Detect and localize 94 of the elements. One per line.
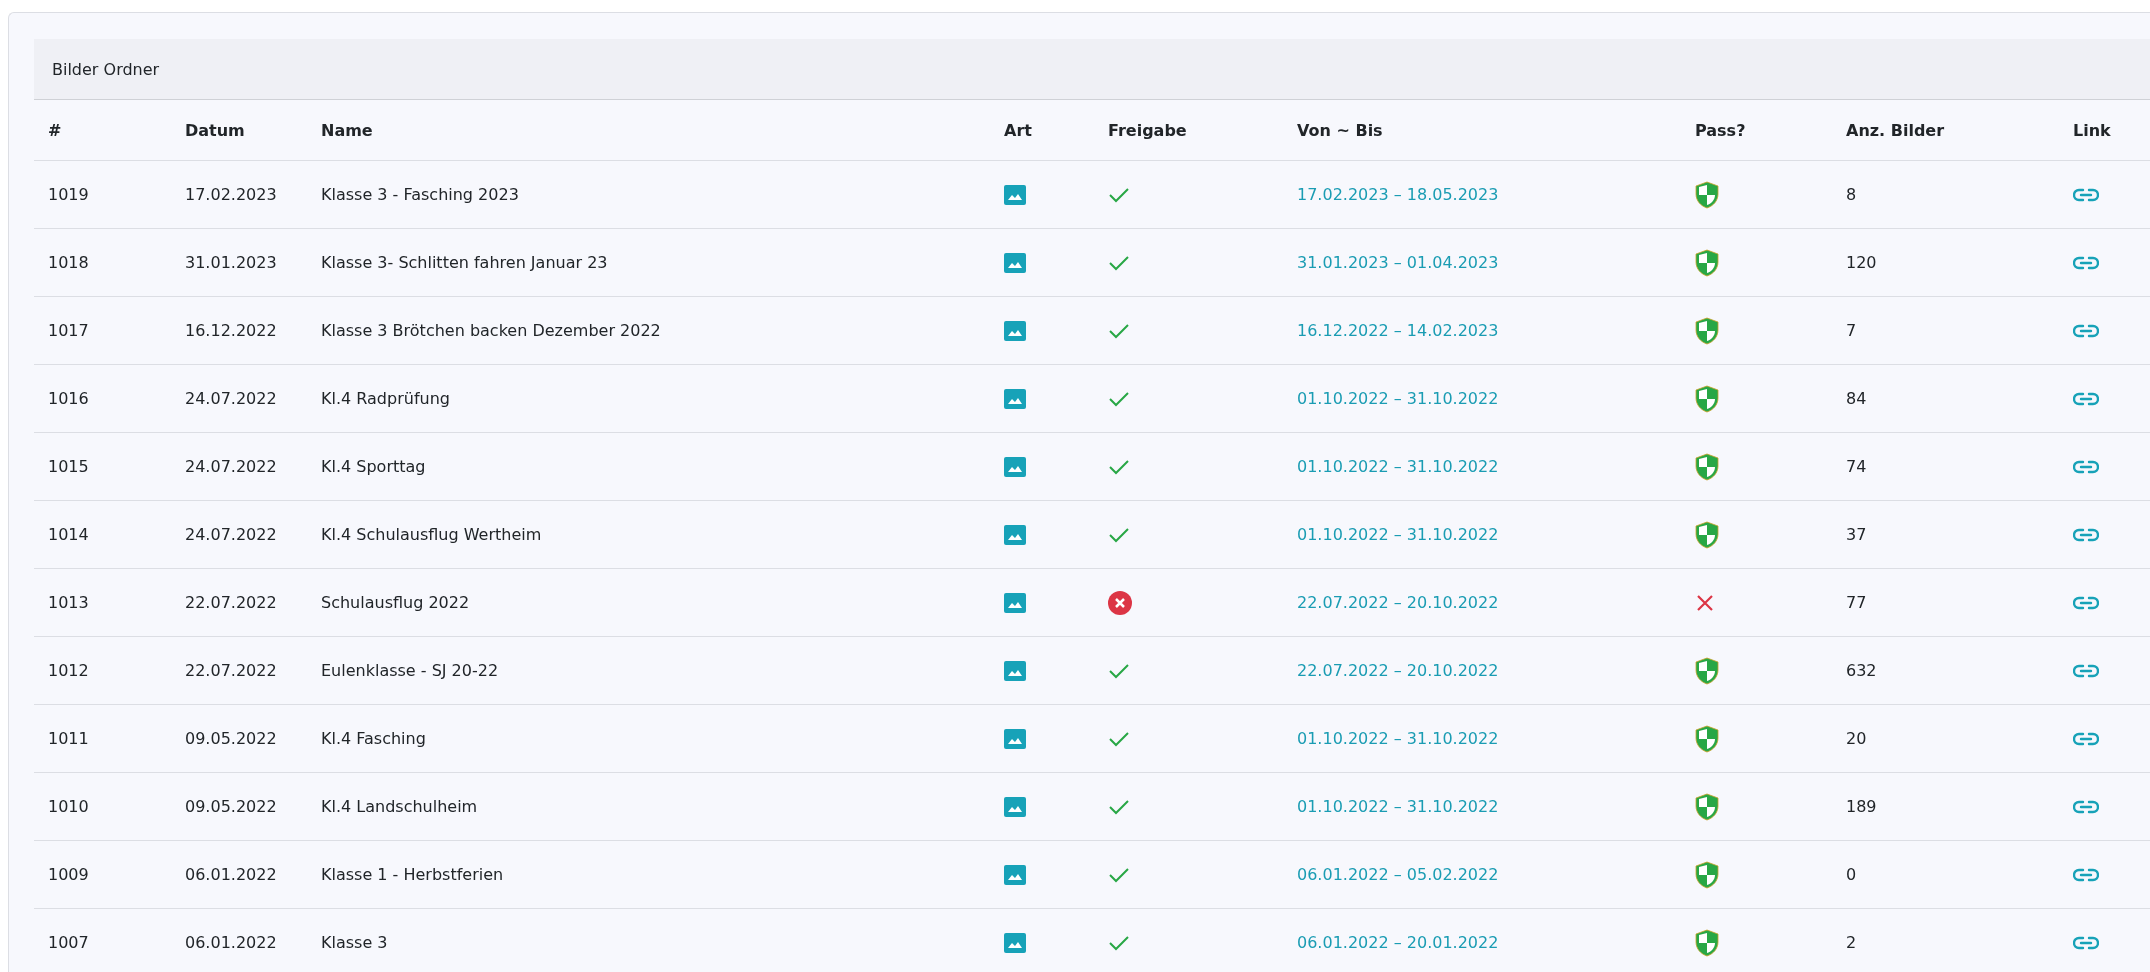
date-range-link[interactable]: 01.10.2022 – 31.10.2022 bbox=[1283, 525, 1681, 544]
table-cell-text: 632 bbox=[1845, 661, 1878, 680]
image-icon bbox=[1004, 388, 1026, 409]
date-range-link[interactable]: 17.02.2023 – 18.05.2023 bbox=[1283, 185, 1681, 204]
link-icon[interactable] bbox=[2073, 935, 2099, 950]
date-range-link[interactable]: 16.12.2022 – 14.02.2023 bbox=[1283, 321, 1681, 340]
table-cell-text: Schulausflug 2022 bbox=[320, 593, 471, 612]
column-header: Anz. Bilder bbox=[1845, 120, 1946, 140]
table-cell-text: 17.02.2023 bbox=[184, 185, 278, 204]
link-icon[interactable] bbox=[2073, 459, 2099, 474]
table-cell-text: 1010 bbox=[47, 797, 90, 816]
table-cell-text: 1012 bbox=[47, 661, 90, 680]
image-icon bbox=[1004, 252, 1026, 273]
date-range-link[interactable]: 01.10.2022 – 31.10.2022 bbox=[1283, 457, 1681, 476]
table-cell-text: 09.05.2022 bbox=[184, 797, 278, 816]
date-range-link[interactable]: 22.07.2022 – 20.10.2022 bbox=[1283, 593, 1681, 612]
table-cell-text: 22.07.2022 bbox=[184, 661, 278, 680]
table-cell-text: 1015 bbox=[47, 457, 90, 476]
date-range-link[interactable]: 06.01.2022 – 20.01.2022 bbox=[1283, 933, 1681, 952]
link-icon[interactable] bbox=[2073, 391, 2099, 406]
column-header: Link bbox=[2072, 120, 2112, 140]
table-cell-text: 1009 bbox=[47, 865, 90, 884]
link-icon[interactable] bbox=[2073, 731, 2099, 746]
table-cell-text: Eulenklasse - SJ 20-22 bbox=[320, 661, 500, 680]
date-range-link[interactable]: 22.07.2022 – 20.10.2022 bbox=[1283, 661, 1681, 680]
date-range-link[interactable]: 01.10.2022 – 31.10.2022 bbox=[1283, 389, 1681, 408]
table-cell-text: Kl.4 Sporttag bbox=[320, 457, 427, 476]
table-cell-text: 24.07.2022 bbox=[184, 389, 278, 408]
column-header: # bbox=[47, 120, 63, 140]
table-cell-text: 1013 bbox=[47, 593, 90, 612]
table-cell-text: Klasse 3 - Fasching 2023 bbox=[320, 185, 520, 204]
link-icon[interactable] bbox=[2073, 187, 2099, 202]
table-cell-text: 31.01.2023 bbox=[184, 253, 278, 272]
table-cell-text: 09.05.2022 bbox=[184, 729, 278, 748]
table-cell-text: Klasse 3- Schlitten fahren Januar 23 bbox=[320, 253, 609, 272]
table-cell-text: 1014 bbox=[47, 525, 90, 544]
panel-title: Bilder Ordner bbox=[52, 59, 160, 79]
table-cell-text: 1018 bbox=[47, 253, 90, 272]
column-header: Name bbox=[320, 120, 374, 140]
table-cell-text: Kl.4 Schulausflug Wertheim bbox=[320, 525, 543, 544]
image-icon bbox=[1004, 184, 1026, 205]
link-icon[interactable] bbox=[2073, 663, 2099, 678]
table-cell-text: Klasse 1 - Herbstferien bbox=[320, 865, 505, 884]
table-cell-text: 16.12.2022 bbox=[184, 321, 278, 340]
table-cell-text: 7 bbox=[1845, 321, 1858, 340]
table-cell-text: 22.07.2022 bbox=[184, 593, 278, 612]
link-icon[interactable] bbox=[2073, 255, 2099, 270]
table-cell-text: Kl.4 Radprüfung bbox=[320, 389, 451, 408]
image-icon bbox=[1004, 932, 1026, 953]
table-cell-text: 24.07.2022 bbox=[184, 457, 278, 476]
column-header: Datum bbox=[184, 120, 246, 140]
table-cell-text: 1017 bbox=[47, 321, 90, 340]
image-icon bbox=[1004, 524, 1026, 545]
table-cell-text: 1007 bbox=[47, 933, 90, 952]
link-icon[interactable] bbox=[2073, 867, 2099, 882]
table-cell-text: Kl.4 Fasching bbox=[320, 729, 427, 748]
link-icon[interactable] bbox=[2073, 323, 2099, 338]
table-cell-text: 06.01.2022 bbox=[184, 933, 278, 952]
image-icon bbox=[1004, 456, 1026, 477]
table-cell-text: 1011 bbox=[47, 729, 90, 748]
image-icon bbox=[1004, 728, 1026, 749]
image-icon bbox=[1004, 320, 1026, 341]
link-icon[interactable] bbox=[2073, 595, 2099, 610]
image-icon bbox=[1004, 660, 1026, 681]
table-cell-text: 0 bbox=[1845, 865, 1858, 884]
table-cell-text: 1016 bbox=[47, 389, 90, 408]
column-header: Von ~ Bis bbox=[1296, 120, 1384, 140]
link-icon[interactable] bbox=[2073, 527, 2099, 542]
table-cell-text: 74 bbox=[1845, 457, 1868, 476]
date-range-link[interactable]: 01.10.2022 – 31.10.2022 bbox=[1283, 729, 1681, 748]
table-cell-text: 120 bbox=[1845, 253, 1878, 272]
image-icon bbox=[1004, 864, 1026, 885]
table-cell-text: Kl.4 Landschulheim bbox=[320, 797, 479, 816]
table-cell-text: 06.01.2022 bbox=[184, 865, 278, 884]
image-icon bbox=[1004, 592, 1026, 613]
table-cell-text: 77 bbox=[1845, 593, 1868, 612]
column-header: Pass? bbox=[1694, 120, 1747, 140]
table-cell-text: Klasse 3 bbox=[320, 933, 389, 952]
date-range-link[interactable]: 06.01.2022 – 05.02.2022 bbox=[1283, 865, 1681, 884]
column-header: Art bbox=[1003, 120, 1033, 140]
table-cell-text: 8 bbox=[1845, 185, 1858, 204]
table-cell-text: 24.07.2022 bbox=[184, 525, 278, 544]
link-icon[interactable] bbox=[2073, 799, 2099, 814]
image-icon bbox=[1004, 796, 1026, 817]
date-range-link[interactable]: 01.10.2022 – 31.10.2022 bbox=[1283, 797, 1681, 816]
table-cell-text: 2 bbox=[1845, 933, 1858, 952]
table-cell-text: 20 bbox=[1845, 729, 1868, 748]
table-cell-text: 37 bbox=[1845, 525, 1868, 544]
table-cell-text: 84 bbox=[1845, 389, 1868, 408]
column-header: Freigabe bbox=[1107, 120, 1188, 140]
table-cell-text: Klasse 3 Brötchen backen Dezember 2022 bbox=[320, 321, 662, 340]
date-range-link[interactable]: 31.01.2023 – 01.04.2023 bbox=[1283, 253, 1681, 272]
table-cell-text: 1019 bbox=[47, 185, 90, 204]
table-cell-text: 189 bbox=[1845, 797, 1878, 816]
